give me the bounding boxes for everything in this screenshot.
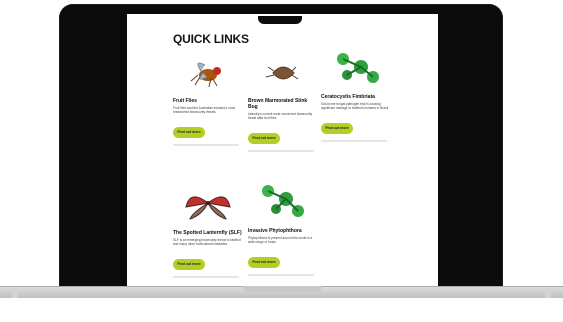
- card-brown-marmorated-stink-bug: Brown Marmorated Stink Bug Industry’s cu…: [248, 48, 318, 152]
- find-out-more-button[interactable]: Find out more: [248, 257, 280, 268]
- card-description: Soil-borne fungal pathogen that is causi…: [321, 102, 390, 110]
- card-divider: [248, 274, 314, 276]
- base-edge-right: [545, 288, 551, 298]
- card-description: SLF is an emerging biosecurity threat to…: [173, 238, 241, 246]
- page-title: QUICK LINKS: [173, 32, 249, 46]
- card-description: Fruit flies cost the Australian industry…: [173, 106, 235, 114]
- spotted-lanternfly-icon: [173, 180, 243, 230]
- card-ceratocystis-fimbriata: Ceratocystis Fimbriata Soil-borne fungal…: [321, 44, 391, 142]
- card-description: Industry’s current most concerned biosec…: [248, 112, 313, 120]
- card-description: Phytophthora is present around the world…: [248, 236, 313, 244]
- card-divider: [173, 144, 239, 146]
- find-out-more-button[interactable]: Find out more: [173, 259, 205, 270]
- card-title: Invasive Phytophthora: [248, 228, 302, 234]
- phytophthora-icon: [248, 178, 318, 228]
- card-title: Fruit Flies: [173, 98, 197, 104]
- ceratocystis-icon: [321, 44, 391, 94]
- find-out-more-button[interactable]: Find out more: [321, 123, 353, 134]
- camera-notch: [258, 16, 302, 24]
- card-spotted-lanternfly: The Spotted Lanternfly (SLF) SLF is an e…: [173, 180, 243, 278]
- base-notch: [242, 286, 322, 292]
- card-invasive-phytophthora: Invasive Phytophthora Phytophthora is pr…: [248, 178, 318, 276]
- base-edge-left: [12, 288, 18, 298]
- stink-bug-icon: [248, 48, 318, 98]
- find-out-more-button[interactable]: Find out more: [248, 133, 280, 144]
- card-title: Brown Marmorated Stink Bug: [248, 98, 308, 110]
- card-fruit-flies: Fruit Flies Fruit flies cost the Austral…: [173, 48, 243, 146]
- card-divider: [173, 276, 239, 278]
- screen: QUICK LINKS Fruit Flies Fruit flies cost…: [127, 14, 438, 296]
- card-divider: [248, 150, 314, 152]
- card-title: Ceratocystis Fimbriata: [321, 94, 375, 100]
- card-title: The Spotted Lanternfly (SLF): [173, 230, 242, 236]
- background: [0, 298, 563, 322]
- fruit-fly-icon: [173, 48, 243, 98]
- card-divider: [321, 140, 387, 142]
- find-out-more-button[interactable]: Find out more: [173, 127, 205, 138]
